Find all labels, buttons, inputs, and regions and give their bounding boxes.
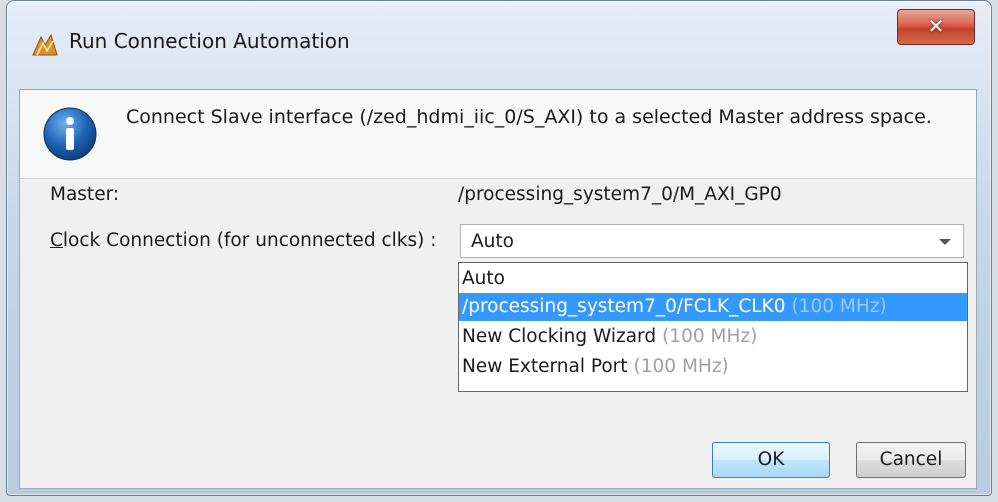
option-frequency: (100 MHz) [791, 296, 887, 317]
clock-connection-label: Clock Connection (for unconnected clks) … [50, 230, 436, 251]
ok-button[interactable]: OK [712, 442, 830, 478]
dropdown-option-auto[interactable]: Auto [459, 265, 967, 293]
clock-label-text: lock Connection (for unconnected clks) : [62, 230, 437, 251]
title-bar[interactable]: Run Connection Automation ✕ [7, 1, 991, 87]
message-header: Connect Slave interface (/zed_hdmi_iic_0… [20, 90, 976, 179]
dropdown-option-external-port[interactable]: New External Port (100 MHz) [459, 353, 967, 381]
dropdown-option-fclk-clk0[interactable]: /processing_system7_0/FCLK_CLK0 (100 MHz) [459, 293, 967, 321]
close-button[interactable]: ✕ [897, 9, 975, 45]
option-label: New External Port [462, 356, 628, 377]
master-value: /processing_system7_0/M_AXI_GP0 [458, 184, 782, 205]
vivado-logo-icon [29, 29, 61, 61]
cancel-button[interactable]: Cancel [856, 442, 966, 478]
clock-selected-value: Auto [471, 231, 514, 252]
close-icon: ✕ [927, 14, 945, 38]
clock-label-mnemonic: C [50, 230, 63, 251]
master-label: Master: [50, 184, 120, 205]
option-frequency: (100 MHz) [662, 326, 758, 347]
dropdown-option-clocking-wizard[interactable]: New Clocking Wizard (100 MHz) [459, 323, 967, 351]
chevron-down-icon[interactable] [939, 239, 951, 245]
clock-connection-select[interactable]: Auto [460, 224, 964, 258]
info-icon [42, 106, 98, 162]
message-text: Connect Slave interface (/zed_hdmi_iic_0… [126, 106, 932, 128]
option-frequency: (100 MHz) [633, 356, 729, 377]
clock-dropdown-list: Auto /processing_system7_0/FCLK_CLK0 (100… [458, 262, 968, 392]
dialog-body: Connect Slave interface (/zed_hdmi_iic_0… [19, 89, 977, 489]
window-title: Run Connection Automation [69, 29, 350, 53]
option-label: /processing_system7_0/FCLK_CLK0 [462, 296, 786, 317]
dialog-window: Run Connection Automation ✕ Connect Slav… [6, 0, 992, 496]
option-label: Auto [462, 268, 505, 289]
option-label: New Clocking Wizard [462, 326, 657, 347]
